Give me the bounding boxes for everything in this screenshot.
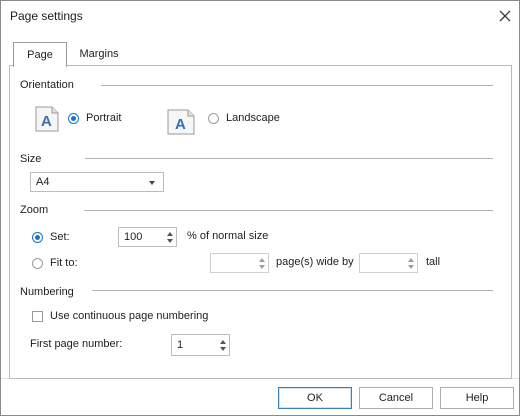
tab-page-label: Page <box>27 49 53 61</box>
landscape-radio[interactable] <box>208 113 219 124</box>
ok-button-label: OK <box>307 392 323 404</box>
numbering-heading: Numbering <box>20 286 74 298</box>
zoom-set-value: 100 <box>124 231 143 243</box>
zoom-heading: Zoom <box>20 204 49 216</box>
help-button[interactable]: Help <box>440 387 514 409</box>
zoom-set-input[interactable]: 100 <box>118 227 177 247</box>
zoom-set-suffix: % of normal size <box>187 230 269 242</box>
dialog-title: Page settings <box>10 9 83 23</box>
fit-wide-stepper[interactable] <box>256 254 268 272</box>
zoom-fit-radio[interactable] <box>32 258 43 269</box>
size-divider <box>85 158 493 159</box>
first-page-value: 1 <box>177 339 184 351</box>
size-select-value: A4 <box>36 176 50 188</box>
chevron-down-icon <box>149 181 155 185</box>
fit-tall-stepper[interactable] <box>405 254 417 272</box>
size-heading: Size <box>20 153 42 165</box>
portrait-label[interactable]: Portrait <box>86 112 121 124</box>
numbering-divider <box>92 290 493 291</box>
cancel-button-label: Cancel <box>378 392 414 404</box>
help-button-label: Help <box>465 392 489 404</box>
tab-page[interactable]: Page <box>13 42 67 67</box>
page-settings-dialog: Page settings Page Margins Orientation A… <box>0 0 520 416</box>
fit-tall-suffix: tall <box>426 256 441 268</box>
portrait-page-icon: A <box>35 106 59 132</box>
fit-tall-input[interactable] <box>359 253 418 273</box>
first-page-label: First page number: <box>30 338 123 350</box>
zoom-fit-label[interactable]: Fit to: <box>50 257 78 269</box>
cancel-button[interactable]: Cancel <box>359 387 433 409</box>
portrait-radio[interactable] <box>68 113 79 124</box>
continuous-numbering-label[interactable]: Use continuous page numbering <box>50 310 208 322</box>
fit-wide-suffix: page(s) wide by <box>276 256 354 268</box>
tab-panel: Orientation A Portrait A Landscape Size … <box>9 65 512 379</box>
orientation-divider <box>101 85 493 86</box>
size-select[interactable]: A4 <box>30 172 164 192</box>
landscape-label[interactable]: Landscape <box>226 112 280 124</box>
zoom-set-label[interactable]: Set: <box>50 231 70 243</box>
zoom-set-stepper[interactable] <box>164 228 176 246</box>
zoom-set-radio[interactable] <box>32 232 43 243</box>
ok-button[interactable]: OK <box>278 387 352 409</box>
landscape-page-icon: A <box>167 109 195 135</box>
tab-margins-label: Margins <box>79 48 119 60</box>
fit-wide-input[interactable] <box>210 253 269 273</box>
continuous-numbering-checkbox[interactable] <box>32 311 43 322</box>
zoom-divider <box>84 210 493 211</box>
landscape-icon-letter: A <box>175 116 186 133</box>
portrait-icon-letter: A <box>41 113 52 130</box>
orientation-heading: Orientation <box>20 79 74 91</box>
first-page-stepper[interactable] <box>217 335 229 355</box>
tab-margins[interactable]: Margins <box>67 44 131 64</box>
first-page-input[interactable]: 1 <box>171 334 230 356</box>
close-icon[interactable] <box>496 7 514 25</box>
